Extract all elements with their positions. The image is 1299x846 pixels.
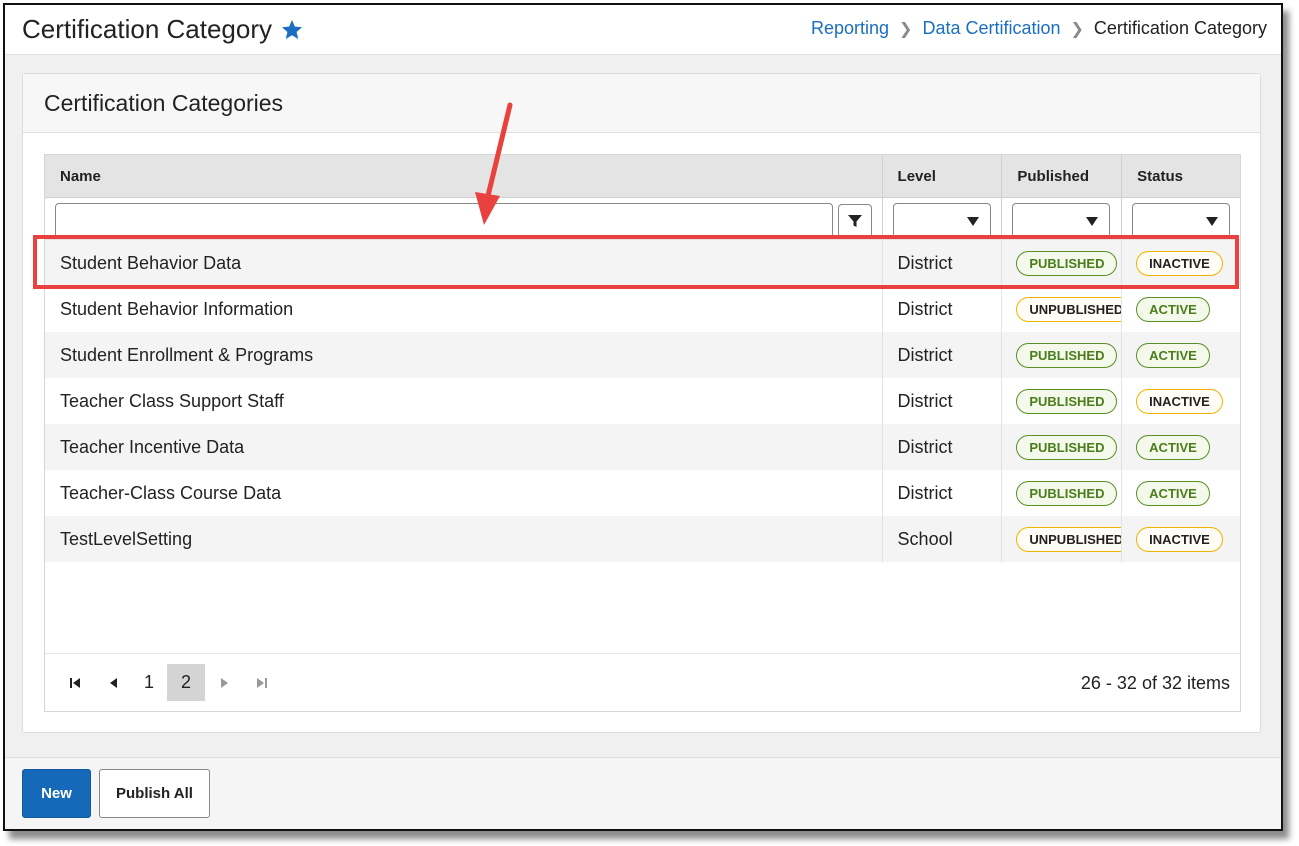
categories-panel: Certification Categories Name Level Publ…	[22, 73, 1261, 733]
column-header-name[interactable]: Name	[45, 155, 882, 197]
name-filter-input[interactable]	[55, 203, 833, 239]
cell-level: School	[881, 516, 1002, 562]
level-filter-select[interactable]	[892, 203, 991, 239]
status-badge: ACTIVE	[1136, 480, 1210, 506]
caret-down-icon	[1086, 217, 1099, 226]
status-badge: INACTIVE	[1136, 526, 1223, 552]
published-badge: PUBLISHED	[1016, 480, 1118, 506]
cell-level: District	[881, 332, 1002, 378]
column-header-level[interactable]: Level	[881, 155, 1002, 197]
breadcrumb-reporting[interactable]: Reporting	[811, 18, 889, 39]
table-row[interactable]: Teacher Incentive Data District PUBLISHE…	[45, 424, 1240, 470]
caret-down-icon	[966, 217, 979, 226]
column-header-status[interactable]: Status	[1121, 155, 1240, 197]
chevron-right-icon: ❯	[899, 20, 913, 38]
status-badge: INACTIVE	[1136, 250, 1223, 276]
cell-name: Student Enrollment & Programs	[60, 344, 314, 365]
cell-name: Teacher Class Support Staff	[60, 390, 284, 411]
app-window: Certification Category Reporting ❯ Data …	[3, 3, 1283, 831]
table-row[interactable]: Student Behavior Information District UN…	[45, 286, 1240, 332]
filter-button[interactable]	[838, 204, 872, 238]
table-row[interactable]: Teacher Class Support Staff District PUB…	[45, 378, 1240, 424]
cell-name: Teacher Incentive Data	[60, 436, 245, 457]
cell-name: Student Behavior Data	[60, 252, 242, 273]
status-badge: ACTIVE	[1136, 342, 1210, 368]
new-button[interactable]: New	[22, 769, 91, 818]
filter-row	[45, 198, 1240, 240]
grid-body: Student Behavior Data District PUBLISHED…	[45, 240, 1240, 562]
table-row[interactable]: TestLevelSetting School UNPUBLISHED INAC…	[45, 516, 1240, 562]
table-row[interactable]: Teacher-Class Course Data District PUBLI…	[45, 470, 1240, 516]
publish-all-button[interactable]: Publish All	[99, 769, 210, 818]
panel-header: Certification Categories	[23, 74, 1260, 133]
breadcrumb: Reporting ❯ Data Certification ❯ Certifi…	[811, 18, 1267, 39]
published-badge: PUBLISHED	[1016, 250, 1118, 276]
pager: 1 2 26 - 32 of 32 items	[45, 653, 1240, 711]
status-filter-select[interactable]	[1132, 203, 1231, 239]
cell-level: District	[881, 240, 1002, 286]
cell-level: District	[881, 286, 1002, 332]
previous-page-icon[interactable]	[101, 664, 125, 701]
filter-icon	[848, 215, 862, 227]
status-badge: ACTIVE	[1136, 434, 1210, 460]
published-badge: PUBLISHED	[1016, 342, 1118, 368]
table-row[interactable]: Student Behavior Data District PUBLISHED…	[45, 240, 1240, 286]
cell-level: District	[881, 378, 1002, 424]
caret-down-icon	[1206, 217, 1219, 226]
cell-name: Teacher-Class Course Data	[60, 482, 282, 503]
page-title: Certification Category	[22, 14, 272, 44]
next-page-icon[interactable]	[213, 664, 237, 701]
chevron-right-icon: ❯	[1070, 20, 1084, 38]
table-row[interactable]: Student Enrollment & Programs District P…	[45, 332, 1240, 378]
published-filter-select[interactable]	[1012, 203, 1111, 239]
categories-grid: Name Level Published Status Student Beha…	[44, 154, 1241, 712]
published-badge: PUBLISHED	[1016, 434, 1118, 460]
cell-level: District	[881, 470, 1002, 516]
page-2-button[interactable]: 2	[167, 664, 205, 701]
items-count: 26 - 32 of 32 items	[1080, 673, 1230, 693]
top-bar: Certification Category Reporting ❯ Data …	[5, 5, 1281, 55]
last-page-icon[interactable]	[250, 664, 274, 701]
first-page-icon[interactable]	[63, 664, 87, 701]
grid-header: Name Level Published Status	[45, 155, 1240, 198]
published-badge: UNPUBLISHED	[1016, 296, 1122, 322]
cell-level: District	[881, 424, 1002, 470]
cell-name: TestLevelSetting	[60, 528, 193, 549]
breadcrumb-current: Certification Category	[1093, 18, 1267, 38]
column-header-published[interactable]: Published	[1001, 155, 1121, 197]
star-icon[interactable]	[280, 18, 304, 42]
panel-title: Certification Categories	[44, 90, 284, 116]
footer-toolbar: New Publish All	[5, 757, 1281, 829]
published-badge: UNPUBLISHED	[1016, 526, 1122, 552]
published-badge: PUBLISHED	[1016, 388, 1118, 414]
status-badge: INACTIVE	[1136, 388, 1223, 414]
cell-name: Student Behavior Information	[60, 298, 294, 319]
page-1-button[interactable]: 1	[137, 664, 161, 701]
breadcrumb-data-certification[interactable]: Data Certification	[922, 18, 1060, 39]
status-badge: ACTIVE	[1136, 296, 1210, 322]
